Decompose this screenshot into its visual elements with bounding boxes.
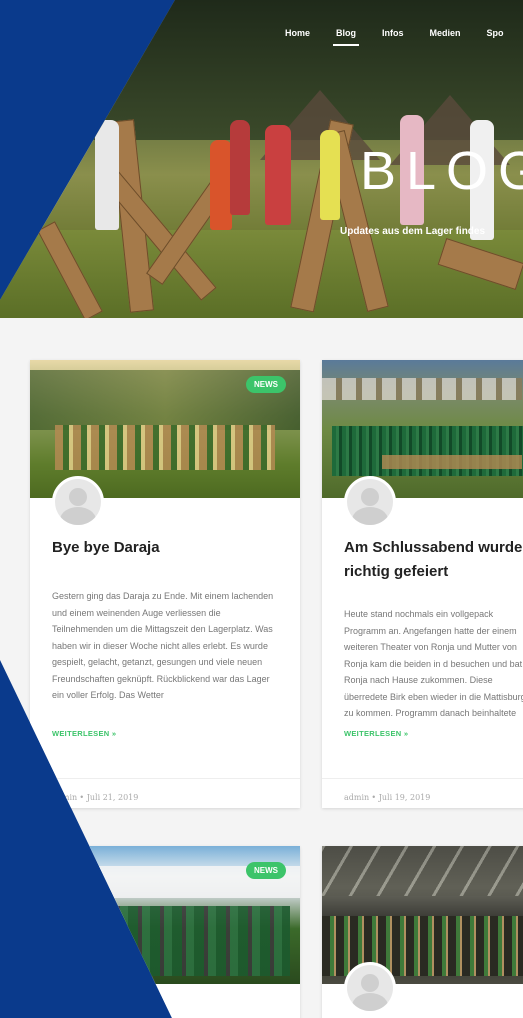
category-badge[interactable]: NEWS	[246, 862, 286, 879]
campers-group	[55, 425, 275, 470]
main-nav: Home Blog Infos Medien Spo	[272, 28, 517, 46]
camper-figure	[265, 125, 291, 225]
camper-figure	[210, 140, 232, 230]
read-more-link[interactable]: WEITERLESEN »	[344, 729, 408, 738]
post-thumbnail[interactable]	[322, 360, 523, 498]
nav-item-medien[interactable]: Medien	[417, 28, 474, 38]
author-avatar	[344, 476, 396, 528]
nav-item-blog[interactable]: Blog	[323, 28, 369, 46]
author-avatar	[344, 962, 396, 1014]
post-card[interactable]: Am Schlussabend wurde richtig gefeiert H…	[322, 360, 523, 808]
post-card[interactable]	[322, 846, 523, 1018]
post-thumbnail[interactable]	[322, 846, 523, 984]
page-subtitle: Updates aus dem Lager findes	[340, 226, 486, 237]
read-more-link[interactable]: WEITERLESEN »	[52, 729, 116, 738]
post-date: Juli 21, 2019	[86, 793, 139, 802]
camper-figure	[95, 120, 119, 230]
post-excerpt: Gestern ging das Daraja zu Ende. Mit ein…	[52, 591, 274, 700]
page-title: BLOG	[360, 141, 523, 201]
post-date: Juli 19, 2019	[378, 793, 431, 802]
post-author: admin	[344, 793, 370, 802]
camper-figure	[230, 120, 250, 215]
nav-item-sponsoren[interactable]: Spo	[474, 28, 517, 38]
post-meta: admin • Juli 19, 2019	[322, 778, 523, 808]
post-title[interactable]: Bye bye Daraja	[52, 536, 160, 560]
post-excerpt: Heute stand nochmals ein vollgepack Prog…	[344, 609, 523, 718]
nav-item-infos[interactable]: Infos	[369, 28, 417, 38]
post-meta: admin • Juli 21, 2019	[30, 778, 300, 808]
author-avatar	[52, 476, 104, 528]
post-title[interactable]: Am Schlussabend wurde richtig gefeiert	[344, 536, 523, 584]
camper-figure	[320, 130, 340, 220]
post-card[interactable]: NEWS Bye bye Daraja Gestern ging das Dar…	[30, 360, 300, 808]
nav-item-home[interactable]: Home	[272, 28, 323, 38]
category-badge[interactable]: NEWS	[246, 376, 286, 393]
